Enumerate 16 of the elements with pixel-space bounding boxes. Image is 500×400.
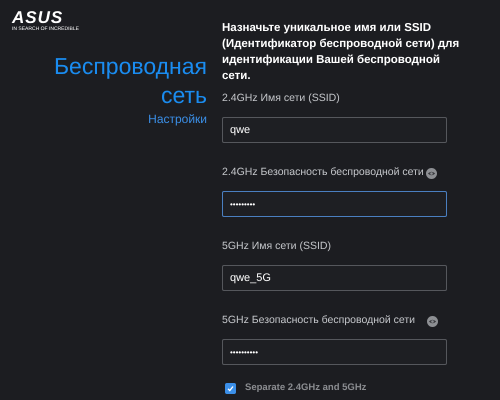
page-title: Беспроводная сеть <box>52 52 207 110</box>
password-field[interactable]: ••••••••• <box>222 191 447 217</box>
field-label: 5GHz Безопасность беспроводной сети <box>222 313 416 328</box>
checkbox-label: Separate 2.4GHz and 5GHz <box>245 381 366 395</box>
field-label: 5GHz Имя сети (SSID) <box>222 239 331 254</box>
text-field[interactable]: qwe <box>222 117 447 143</box>
description-text: Назначьте уникальное имя или SSID (Идентификатор беспроводной сети) для идентификации Вашей беспроводной сети. <box>222 21 460 84</box>
field-label: 2.4GHz Имя сети (SSID) <box>222 91 340 106</box>
text-field[interactable]: qwe_5G <box>222 265 447 291</box>
page-subtitle: Настройки <box>148 111 207 127</box>
eye-icon[interactable] <box>426 168 437 178</box>
password-field[interactable]: •••••••••• <box>222 339 447 365</box>
checkbox[interactable] <box>225 382 236 394</box>
logo-wordmark: ASUS <box>12 10 64 26</box>
eye-icon[interactable] <box>427 316 438 326</box>
field-label: 2.4GHz Безопасность беспроводной сети <box>222 165 424 180</box>
